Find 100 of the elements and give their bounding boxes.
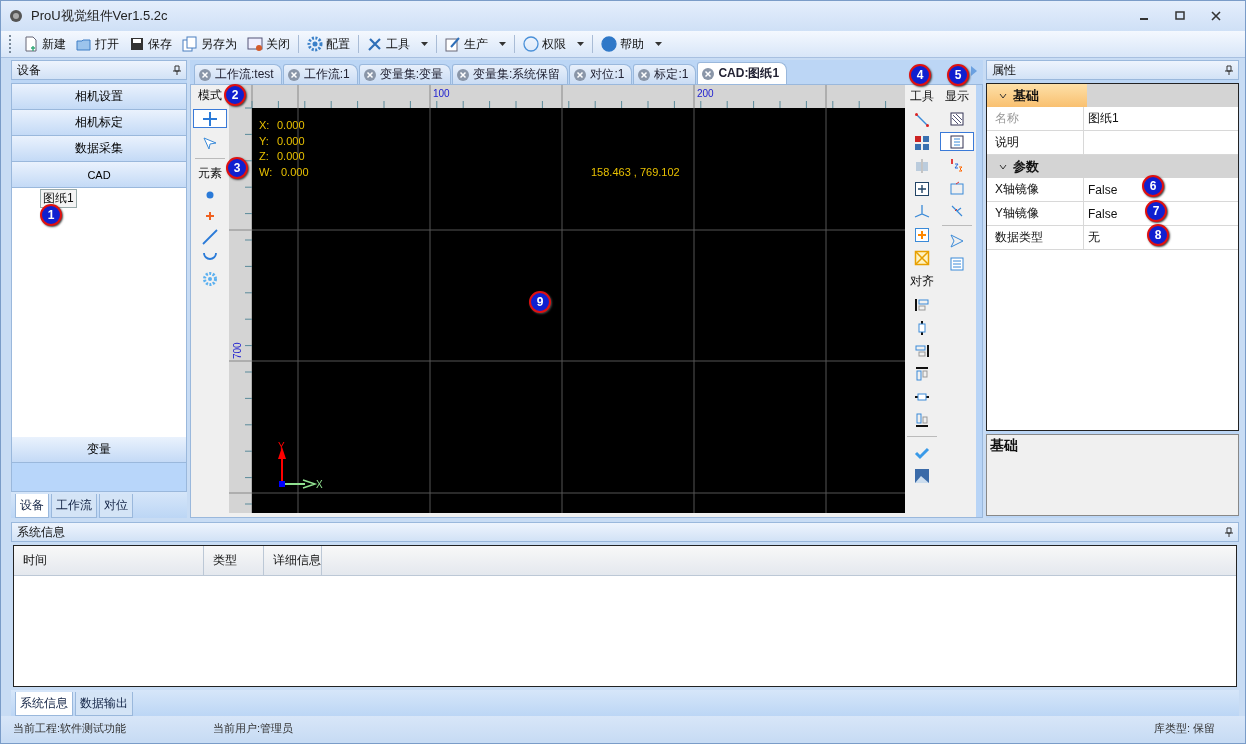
document-tab[interactable]: CAD:图纸1 [697, 62, 788, 84]
panel-tab[interactable]: 工作流 [51, 494, 97, 518]
send-icon [949, 232, 966, 249]
section-label: 元素 [197, 165, 222, 182]
toolbar-button[interactable]: 工具 [363, 33, 432, 55]
property-name: Y轴镜像 [987, 202, 1084, 225]
toolbar-button[interactable]: 新建 [19, 33, 70, 55]
property-name: 名称 [987, 107, 1084, 130]
pin-icon[interactable] [1225, 527, 1233, 537]
toolbar-button[interactable]: 保存 [125, 33, 176, 55]
document-tab[interactable]: 变量集:变量 [358, 64, 452, 84]
cursor-position: 158.463 , 769.102 [590, 166, 680, 178]
chevron-down-icon[interactable] [999, 163, 1007, 170]
align-left-icon[interactable] [913, 297, 930, 313]
ruler-label: 700 [231, 342, 243, 359]
app-logo-icon [9, 9, 23, 23]
line-icon[interactable] [201, 229, 218, 245]
group-button[interactable]: 相机标定 [12, 110, 186, 136]
window-icon [247, 36, 263, 52]
chevron-down-icon[interactable] [999, 92, 1007, 99]
toolbar-button[interactable]: 生产 [441, 33, 510, 55]
axis-label: X [315, 479, 323, 490]
panel-title: 设备 [17, 61, 41, 79]
category-name[interactable]: 基础 [987, 84, 1087, 107]
ruler-label: 100 [432, 88, 450, 99]
coordinate-readout: W: 0.000 [258, 165, 309, 178]
toolbar-button[interactable]: 打开 [72, 33, 123, 55]
document-tab[interactable]: 工作流:1 [282, 64, 358, 84]
category-name[interactable]: 参数 [987, 155, 1087, 178]
align-right-icon[interactable] [913, 343, 930, 359]
panel-tab[interactable]: 设备 [15, 494, 49, 518]
close-icon[interactable] [1209, 9, 1223, 23]
panel-tab[interactable]: 对位 [99, 494, 133, 518]
ruler-label: 200 [696, 88, 714, 99]
list-tool[interactable] [940, 132, 975, 151]
axis-label: Y [277, 441, 285, 452]
color-grid-icon[interactable] [913, 135, 930, 151]
toolbar-button[interactable]: 权限 [519, 33, 588, 55]
description-title: 基础 [990, 437, 1018, 453]
section-label: 对齐 [909, 273, 934, 290]
document-icon [23, 36, 39, 52]
toolbar-button[interactable]: 另存为 [178, 33, 241, 55]
category-row[interactable]: 基础 [987, 84, 1238, 107]
property-name: 说明 [987, 131, 1084, 154]
frame-icon [949, 179, 966, 196]
document-tab[interactable]: 工作流:test [194, 64, 282, 84]
property-name: 数据类型 [987, 226, 1084, 249]
group-button[interactable]: CAD [12, 162, 186, 188]
cross-square-icon[interactable] [913, 250, 930, 266]
checkmark-icon[interactable] [913, 445, 930, 461]
section-label: 工具 [909, 88, 934, 105]
copy-icon [182, 36, 198, 52]
pin-icon[interactable] [173, 65, 181, 75]
toolbar-button[interactable]: 关闭 [243, 33, 294, 55]
align-bottom-icon[interactable] [913, 412, 930, 428]
coordinate-readout: Z: 0.000 [258, 150, 305, 162]
document-tab[interactable]: 标定:1 [633, 64, 697, 84]
column-header[interactable]: 时间 [14, 546, 204, 575]
status-text: 当前工程:软件测试功能 [13, 720, 128, 736]
align-top-icon[interactable] [913, 366, 930, 382]
property-value[interactable]: 无 [1088, 229, 1100, 246]
add-square-icon[interactable] [913, 227, 930, 243]
panel-tab[interactable]: 数据输出 [75, 692, 133, 716]
pin-icon[interactable] [1225, 65, 1233, 75]
gear-icon[interactable] [201, 271, 218, 287]
scroll-right-icon[interactable] [971, 66, 977, 76]
document-tab[interactable]: 变量集:系统保留 [452, 64, 569, 84]
pencil-icon [445, 36, 461, 52]
status-text: 库类型: 保留 [1153, 720, 1216, 736]
folder-icon [76, 36, 92, 52]
section-label: 显示 [945, 88, 970, 105]
gear-icon [307, 36, 323, 52]
origin-marker [278, 481, 285, 487]
group-button[interactable]: 相机设置 [12, 84, 186, 110]
dimension-icon[interactable] [913, 112, 930, 128]
column-header[interactable]: 详细信息 [264, 546, 322, 575]
coordinate-readout: X: 0.000 [258, 119, 305, 131]
box-plus-icon[interactable] [913, 181, 930, 197]
group-button[interactable]: 变量 [12, 437, 186, 463]
category-row[interactable]: 参数 [987, 155, 1238, 178]
property-value[interactable]: False [1088, 182, 1118, 197]
property-value[interactable]: False [1088, 206, 1118, 221]
pointer-icon [200, 134, 219, 151]
hatch-icon [949, 110, 966, 127]
table-icon [949, 255, 966, 272]
crosshair-tool[interactable] [192, 109, 227, 128]
list-icon [949, 133, 966, 150]
property-name: X轴镜像 [987, 178, 1084, 201]
panel-tab[interactable]: 系统信息 [15, 692, 73, 716]
document-tab[interactable]: 对位:1 [569, 64, 633, 84]
window-title: ProU视觉组件Ver1.5.2c [31, 7, 169, 25]
maximize-icon[interactable] [1173, 9, 1187, 23]
toolbar-button[interactable]: 配置 [303, 33, 354, 55]
section-label: 模式 [197, 87, 222, 104]
floppy-icon [129, 36, 145, 52]
tree-item[interactable]: 图纸1 [40, 189, 77, 208]
toolbar-button[interactable]: 帮助 [597, 33, 666, 55]
column-header[interactable]: 类型 [204, 546, 264, 575]
panel-title: 属性 [992, 61, 1016, 79]
group-button[interactable]: 数据采集 [12, 136, 186, 162]
